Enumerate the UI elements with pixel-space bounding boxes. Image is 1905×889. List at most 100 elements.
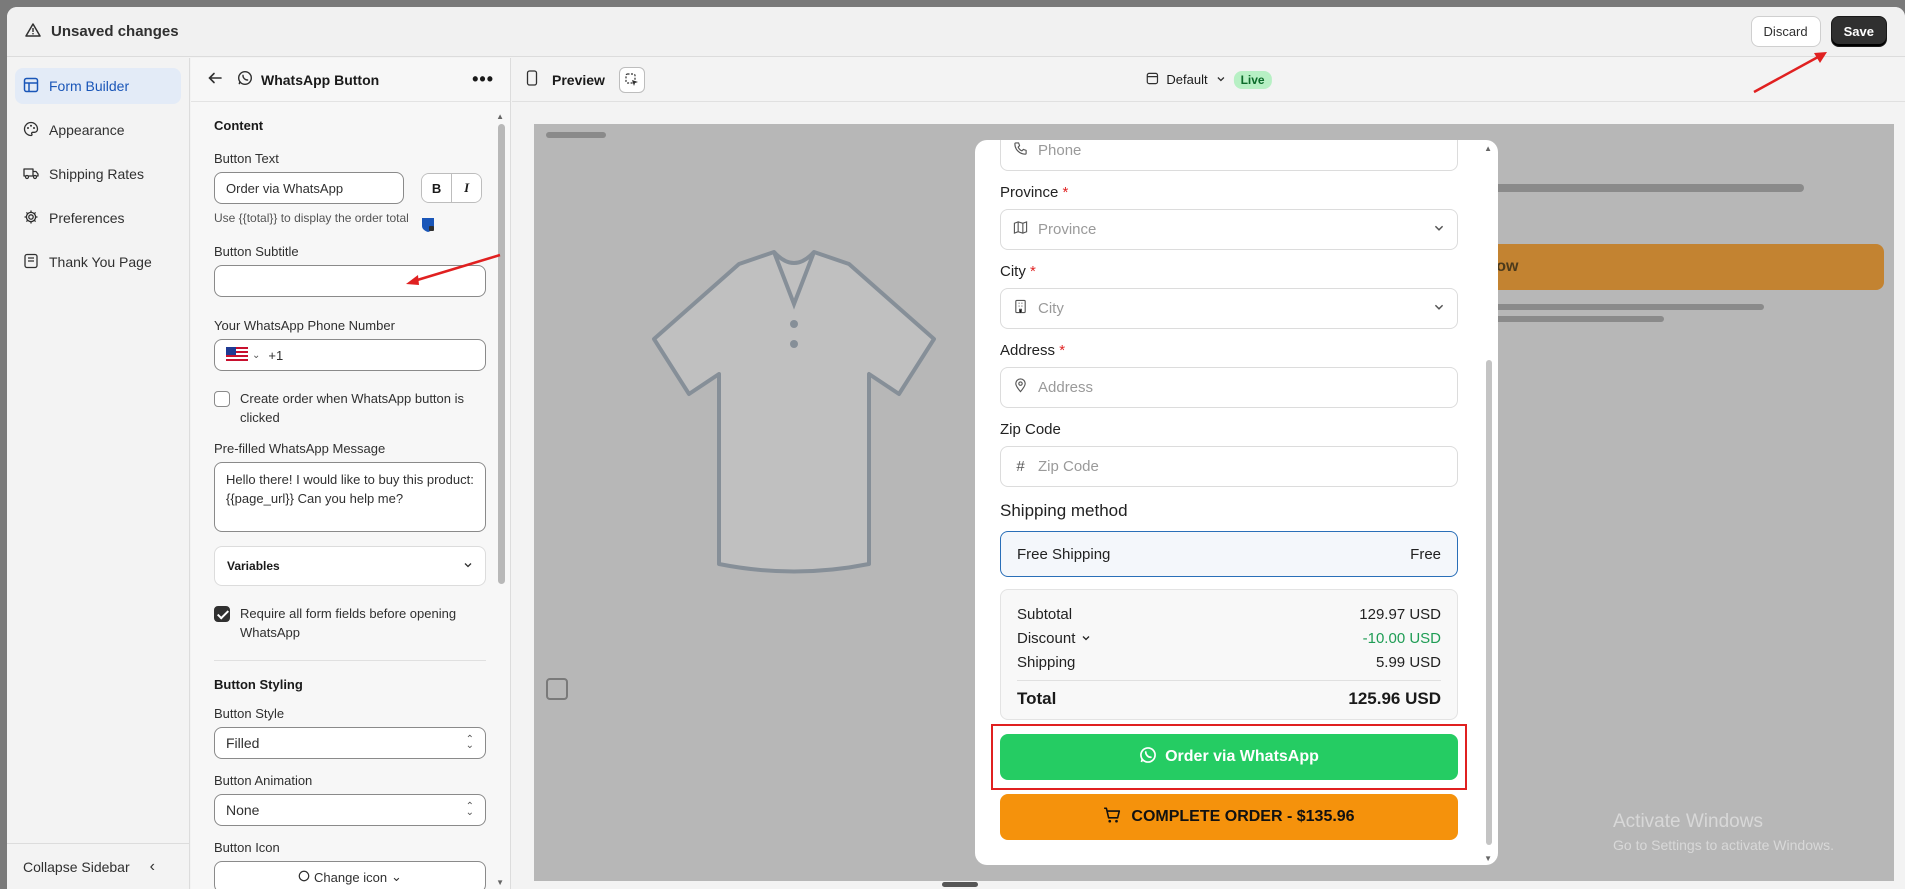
address-label: Address * bbox=[1000, 342, 1066, 359]
chevron-down-icon bbox=[1216, 72, 1226, 87]
location-pin-icon bbox=[1013, 378, 1028, 397]
chevron-down-icon: ⌄ bbox=[391, 869, 402, 884]
page-icon bbox=[23, 253, 39, 272]
gear-icon bbox=[23, 209, 39, 228]
phone-value: +1 bbox=[268, 347, 284, 363]
tshirt-image bbox=[652, 250, 936, 574]
horizontal-scrollbar[interactable] bbox=[942, 882, 978, 887]
discard-button[interactable]: Discard bbox=[1750, 16, 1821, 47]
city-label: City * bbox=[1000, 263, 1036, 280]
warning-icon bbox=[25, 22, 41, 42]
preview-label: Preview bbox=[552, 71, 605, 88]
theme-selector[interactable]: Default Live bbox=[1145, 70, 1272, 89]
shipping-value: 5.99 USD bbox=[1375, 653, 1441, 671]
more-options-icon[interactable]: ••• bbox=[472, 69, 494, 90]
zip-field[interactable]: # Zip Code bbox=[1000, 446, 1458, 487]
city-select[interactable]: City bbox=[1000, 288, 1458, 329]
sidebar-item-thank-you-page[interactable]: Thank You Page bbox=[15, 244, 181, 280]
collapse-sidebar-button[interactable]: Collapse Sidebar ‹ bbox=[7, 843, 189, 889]
password-manager-icon[interactable] bbox=[421, 217, 435, 236]
subtitle-input[interactable] bbox=[214, 265, 486, 297]
watermark-line-2: Go to Settings to activate Windows. bbox=[1613, 837, 1834, 853]
layout-icon bbox=[23, 77, 39, 96]
sidebar-item-preferences[interactable]: Preferences bbox=[15, 200, 181, 236]
element-picker-button[interactable] bbox=[618, 66, 645, 93]
require-fields-label: Require all form fields before opening W… bbox=[240, 606, 457, 640]
require-fields-checkbox[interactable] bbox=[214, 606, 230, 622]
variables-accordion[interactable]: Variables bbox=[214, 546, 486, 586]
mobile-device-icon[interactable] bbox=[526, 70, 538, 89]
panel-header: WhatsApp Button ••• bbox=[191, 58, 510, 102]
province-label: Province * bbox=[1000, 184, 1069, 201]
sidebar-item-label: Preferences bbox=[49, 210, 125, 226]
subtotal-value: 129.97 USD bbox=[1359, 605, 1441, 623]
format-toolbar: B I bbox=[420, 173, 482, 203]
content-heading: Content bbox=[214, 118, 264, 133]
background-checkbox bbox=[546, 678, 568, 700]
preview-header: Preview Default Live bbox=[512, 58, 1905, 102]
require-fields-option[interactable]: Require all form fields before opening W… bbox=[214, 604, 482, 642]
complete-order-label: COMPLETE ORDER - $135.96 bbox=[1131, 808, 1355, 825]
preview-area: Preview Default Live r Now bbox=[512, 58, 1905, 889]
palette-icon bbox=[23, 121, 39, 140]
address-field[interactable]: Address bbox=[1000, 367, 1458, 408]
address-label-text: Address bbox=[1000, 342, 1056, 359]
save-button[interactable]: Save bbox=[1830, 16, 1887, 47]
back-arrow-icon[interactable] bbox=[207, 70, 223, 89]
total-value: 125.96 USD bbox=[1348, 689, 1441, 708]
whatsapp-icon bbox=[237, 70, 253, 89]
button-animation-select[interactable]: None ⌃ ⌄ bbox=[214, 794, 486, 826]
select-arrows-icon: ⌃ ⌄ bbox=[465, 734, 474, 751]
province-label-text: Province bbox=[1000, 184, 1059, 201]
sidebar: Form Builder Appearance Shipping Rates P… bbox=[7, 58, 190, 889]
scroll-up-icon[interactable]: ▲ bbox=[496, 112, 504, 121]
modal-scrollbar[interactable] bbox=[1486, 360, 1492, 845]
phone-input[interactable]: ⌄ +1 bbox=[214, 339, 486, 371]
province-placeholder: Province bbox=[1038, 221, 1097, 238]
chevron-down-icon[interactable]: ⌄ bbox=[252, 350, 260, 361]
scroll-down-icon[interactable]: ▼ bbox=[1484, 854, 1492, 863]
discount-value: -10.00 USD bbox=[1362, 629, 1441, 647]
theme-icon bbox=[1145, 72, 1158, 88]
panel-scrollbar[interactable] bbox=[498, 124, 505, 584]
zip-label: Zip Code bbox=[1000, 421, 1061, 438]
create-order-option[interactable]: Create order when WhatsApp button is cli… bbox=[214, 389, 482, 427]
create-order-label: Create order when WhatsApp button is cli… bbox=[240, 391, 465, 425]
phone-field[interactable]: Phone bbox=[1000, 140, 1458, 171]
sidebar-item-shipping-rates[interactable]: Shipping Rates bbox=[15, 156, 181, 192]
order-via-whatsapp-button[interactable]: Order via WhatsApp bbox=[991, 724, 1467, 790]
button-animation-label: Button Animation bbox=[214, 773, 313, 788]
help-text: Use {{total}} to display the order total bbox=[214, 211, 409, 225]
sidebar-item-label: Form Builder bbox=[49, 78, 130, 94]
button-text-input[interactable]: Order via WhatsApp bbox=[214, 172, 404, 204]
shipping-option-price: Free bbox=[1410, 545, 1441, 563]
scroll-up-icon[interactable]: ▲ bbox=[1484, 144, 1492, 153]
bold-button[interactable]: B bbox=[421, 174, 452, 202]
collapse-sidebar-label: Collapse Sidebar bbox=[23, 858, 130, 875]
button-style-select[interactable]: Filled ⌃ ⌄ bbox=[214, 727, 486, 759]
message-value: Hello there! I would like to buy this pr… bbox=[226, 472, 474, 506]
sidebar-item-form-builder[interactable]: Form Builder bbox=[15, 68, 181, 104]
complete-order-button[interactable]: COMPLETE ORDER - $135.96 bbox=[1000, 794, 1458, 840]
shipping-option-free[interactable]: Free Shipping Free bbox=[1000, 531, 1458, 577]
app-window: Unsaved changes Discard Save Form Builde… bbox=[7, 7, 1905, 889]
chevron-down-icon bbox=[1081, 630, 1091, 647]
phone-label: Your WhatsApp Phone Number bbox=[214, 318, 395, 333]
change-icon-button[interactable]: Change icon ⌄ bbox=[214, 861, 486, 889]
sidebar-item-label: Appearance bbox=[49, 122, 125, 138]
scroll-down-icon[interactable]: ▼ bbox=[496, 878, 504, 887]
message-textarea[interactable]: Hello there! I would like to buy this pr… bbox=[214, 462, 486, 532]
province-select[interactable]: Province bbox=[1000, 209, 1458, 250]
italic-button[interactable]: I bbox=[451, 174, 481, 202]
us-flag-icon[interactable] bbox=[226, 346, 252, 364]
sidebar-item-label: Shipping Rates bbox=[49, 166, 144, 182]
truck-icon bbox=[23, 165, 39, 184]
hash-icon: # bbox=[1016, 458, 1025, 475]
sidebar-item-appearance[interactable]: Appearance bbox=[15, 112, 181, 148]
variables-label: Variables bbox=[227, 559, 280, 573]
unsaved-changes-title: Unsaved changes bbox=[25, 22, 179, 42]
discount-row[interactable]: Discount -10.00 USD bbox=[1017, 626, 1441, 650]
chevron-down-icon bbox=[463, 559, 473, 573]
unsaved-changes-text: Unsaved changes bbox=[51, 23, 179, 40]
create-order-checkbox[interactable] bbox=[214, 391, 230, 407]
